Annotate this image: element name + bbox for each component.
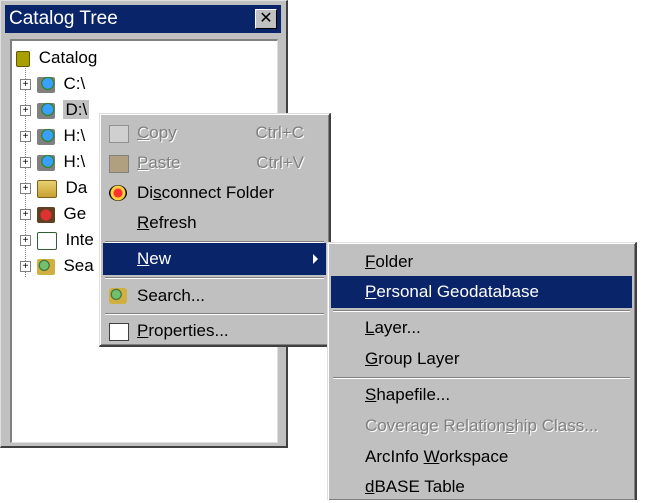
close-button[interactable]: ✕ [255, 9, 277, 29]
menu-item-label: Personal Geodatabase [365, 282, 539, 301]
menu-separator [105, 277, 324, 279]
expand-plus-icon[interactable]: + [20, 131, 31, 143]
menu-item-label: Disconnect Folder [137, 183, 275, 202]
menu-item-label: Search... [137, 286, 206, 305]
menu-item-search[interactable]: Search... [103, 280, 326, 312]
tree-item-d-drive[interactable]: + D:\ [20, 97, 90, 123]
expand-plus-icon[interactable]: + [20, 261, 31, 273]
search-results-icon [36, 258, 55, 275]
drive-icon [36, 154, 55, 171]
submenu-item-arcinfo-workspace[interactable]: ArcInfo Workspace [331, 441, 632, 473]
menu-item-label: Copy [137, 123, 177, 142]
copy-icon [109, 125, 129, 143]
menu-item-shortcut: Ctrl+V [256, 153, 304, 172]
drive-icon [36, 128, 55, 145]
menu-item-label: Coverage Relationship Class... [365, 416, 599, 435]
tree-item-label: Inte [65, 230, 94, 249]
tree-item-label: Ge [63, 204, 87, 223]
window-title: Catalog Tree [9, 8, 118, 29]
tree-item-h-drive[interactable]: + H:\ [20, 123, 85, 149]
expand-plus-icon[interactable]: + [20, 235, 31, 247]
expand-plus-icon[interactable]: + [20, 183, 31, 195]
tree-item-internet-servers[interactable]: + Inte [20, 227, 94, 253]
menu-item-label: Properties... [137, 321, 229, 340]
database-folder-icon [36, 179, 57, 198]
menu-item-label: Group Layer [365, 349, 460, 368]
menu-item-refresh[interactable]: Refresh [103, 207, 326, 239]
menu-item-label: ArcInfo Workspace [365, 447, 509, 466]
geography-icon [36, 206, 55, 223]
submenu-item-folder[interactable]: Folder [331, 246, 632, 278]
tree-item-label: Da [65, 178, 88, 197]
tree-item-database-connections[interactable]: + Da [20, 175, 87, 201]
properties-icon [109, 323, 129, 341]
menu-item-shortcut: Ctrl+C [255, 123, 304, 142]
submenu-item-coverage-relationship-class[interactable]: Coverage Relationship Class... [331, 410, 632, 442]
menu-item-properties[interactable]: Properties... [103, 315, 326, 347]
context-menu: Copy Ctrl+C Paste Ctrl+V Disconnect Fold… [99, 113, 331, 347]
submenu-item-shapefile[interactable]: Shapefile... [331, 379, 632, 411]
menu-item-label: Refresh [137, 213, 197, 232]
menu-item-label: dBASE Table [365, 477, 465, 496]
menu-item-label: Folder [365, 252, 414, 271]
expand-plus-icon[interactable]: + [20, 209, 31, 221]
expand-plus-icon[interactable]: + [20, 79, 31, 91]
submenu-item-personal-geodatabase[interactable]: Personal Geodatabase [331, 276, 632, 308]
submenu-item-dbase-table[interactable]: dBASE Table [331, 471, 632, 503]
expand-plus-icon[interactable]: + [20, 157, 31, 169]
submenu-arrow-icon [313, 254, 318, 264]
tree-item-label: D:\ [63, 100, 90, 119]
menu-item-copy[interactable]: Copy Ctrl+C [103, 117, 326, 149]
tree-item-search-results[interactable]: + Sea [20, 253, 94, 279]
catalog-icon [16, 50, 30, 67]
menu-item-label: Shapefile... [365, 385, 451, 404]
menu-item-label: New [137, 249, 172, 268]
tree-item-h-drive-2[interactable]: + H:\ [20, 149, 85, 175]
paste-icon [109, 155, 129, 173]
tree-item-label: H:\ [63, 152, 86, 171]
expand-plus-icon[interactable]: + [20, 105, 31, 117]
drive-icon [36, 76, 55, 93]
tree-item-label: Sea [63, 256, 94, 275]
disconnect-folder-icon [109, 185, 127, 201]
submenu-item-group-layer[interactable]: Group Layer [331, 343, 632, 375]
menu-item-label: Layer... [365, 318, 421, 337]
tree-item-label: Catalog [38, 48, 98, 67]
new-submenu: Folder Personal Geodatabase Layer... Gro… [327, 242, 637, 500]
search-icon [109, 288, 127, 304]
menu-item-new[interactable]: New [103, 243, 326, 275]
tree-item-label: H:\ [63, 126, 86, 145]
drive-icon [36, 102, 55, 119]
tree-item-c-drive[interactable]: + C:\ [20, 71, 85, 97]
tree-item-label: C:\ [63, 74, 86, 93]
internet-server-icon [36, 231, 57, 250]
window-titlebar[interactable]: Catalog Tree ✕ [5, 5, 281, 33]
menu-item-label: Paste [137, 153, 181, 172]
menu-item-paste[interactable]: Paste Ctrl+V [103, 147, 326, 179]
menu-item-disconnect-folder[interactable]: Disconnect Folder [103, 177, 326, 209]
tree-item-geocoding[interactable]: + Ge [20, 201, 86, 227]
close-icon: ✕ [259, 10, 273, 27]
tree-item-catalog-root[interactable]: Catalog [16, 45, 97, 71]
submenu-item-layer[interactable]: Layer... [331, 312, 632, 344]
